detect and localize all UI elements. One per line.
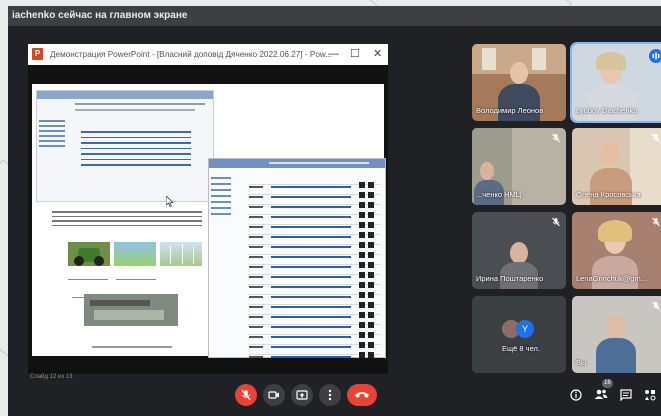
end-call-icon [355, 392, 369, 398]
end-call-button[interactable] [347, 384, 377, 406]
powerpoint-icon: P [32, 48, 43, 60]
mic-off-icon [652, 301, 660, 311]
participant-name: Ирина Поштаренко [476, 274, 544, 283]
activities-icon[interactable] [644, 389, 656, 401]
slide-counter: Слайд 12 из 13 [30, 374, 73, 380]
avatar: Y [516, 320, 534, 338]
mic-toggle-button[interactable] [235, 384, 257, 406]
mouse-cursor-icon [166, 196, 174, 207]
present-button[interactable] [291, 384, 313, 406]
maximize-button[interactable]: ☐ [350, 44, 360, 65]
participant-tile[interactable]: ...ченко НМЦ [472, 128, 566, 205]
mic-off-icon [552, 133, 560, 143]
slide-image-field [114, 242, 156, 266]
shared-powerpoint-window: P Демонстрация PowerPoint - [Власний доп… [28, 44, 388, 380]
presenting-banner: iachenko сейчас на главном экране [8, 6, 661, 26]
participant-tile[interactable]: LenaGrinchuk@gm... [572, 212, 661, 289]
more-options-button[interactable] [319, 384, 341, 406]
meet-window: iachenko сейчас на главном экране P Демо… [8, 6, 661, 416]
participant-name: Вы [576, 358, 587, 367]
participant-name: Lyubov Diachenko [576, 106, 638, 115]
participant-tile[interactable]: Олена Кросовська [572, 128, 661, 205]
more-participants-tile[interactable]: Y Ещё 8 чел. [472, 296, 566, 373]
slide-screenshot-right [208, 158, 386, 358]
slide-screenshot-left [36, 90, 214, 202]
slide-image-wind [160, 242, 202, 266]
slide-image-tractor [68, 242, 110, 266]
mic-off-icon [652, 133, 660, 143]
chat-icon[interactable] [620, 389, 632, 401]
slide-image-machine [84, 294, 178, 326]
camera-toggle-button[interactable] [263, 384, 285, 406]
participant-name: Ещё 8 чел. [502, 344, 540, 353]
mic-off-icon [652, 217, 660, 227]
people-count-badge: 16 [602, 379, 613, 388]
participant-name: LenaGrinchuk@gm... [576, 274, 647, 283]
slide-paragraph [52, 208, 202, 229]
minimize-button[interactable]: — [328, 44, 339, 65]
participant-name: Олена Кросовська [576, 190, 641, 199]
info-icon[interactable] [570, 389, 582, 401]
mic-off-icon [552, 217, 560, 227]
participant-tile[interactable]: Lyubov Diachenko [570, 42, 661, 123]
people-button[interactable]: 16 [594, 379, 613, 401]
mic-off-icon [241, 389, 251, 401]
camera-icon [268, 391, 279, 399]
close-button[interactable]: ✕ [373, 44, 382, 65]
speaking-indicator-icon [649, 49, 661, 63]
ppt-title-bar: P Демонстрация PowerPoint - [Власний доп… [28, 44, 388, 65]
people-icon [594, 389, 608, 399]
present-icon [296, 390, 308, 400]
participant-name: Володимир Леонов [476, 106, 544, 115]
participant-name: ...ченко НМЦ [476, 190, 522, 199]
participant-tile[interactable]: Володимир Леонов [472, 44, 566, 121]
ppt-window-title: Демонстрация PowerPoint - [Власний допов… [50, 50, 333, 59]
more-icon [328, 389, 332, 401]
slide-canvas [32, 84, 386, 358]
self-tile[interactable]: Вы [572, 296, 661, 373]
participant-tile[interactable]: Ирина Поштаренко [472, 212, 566, 289]
